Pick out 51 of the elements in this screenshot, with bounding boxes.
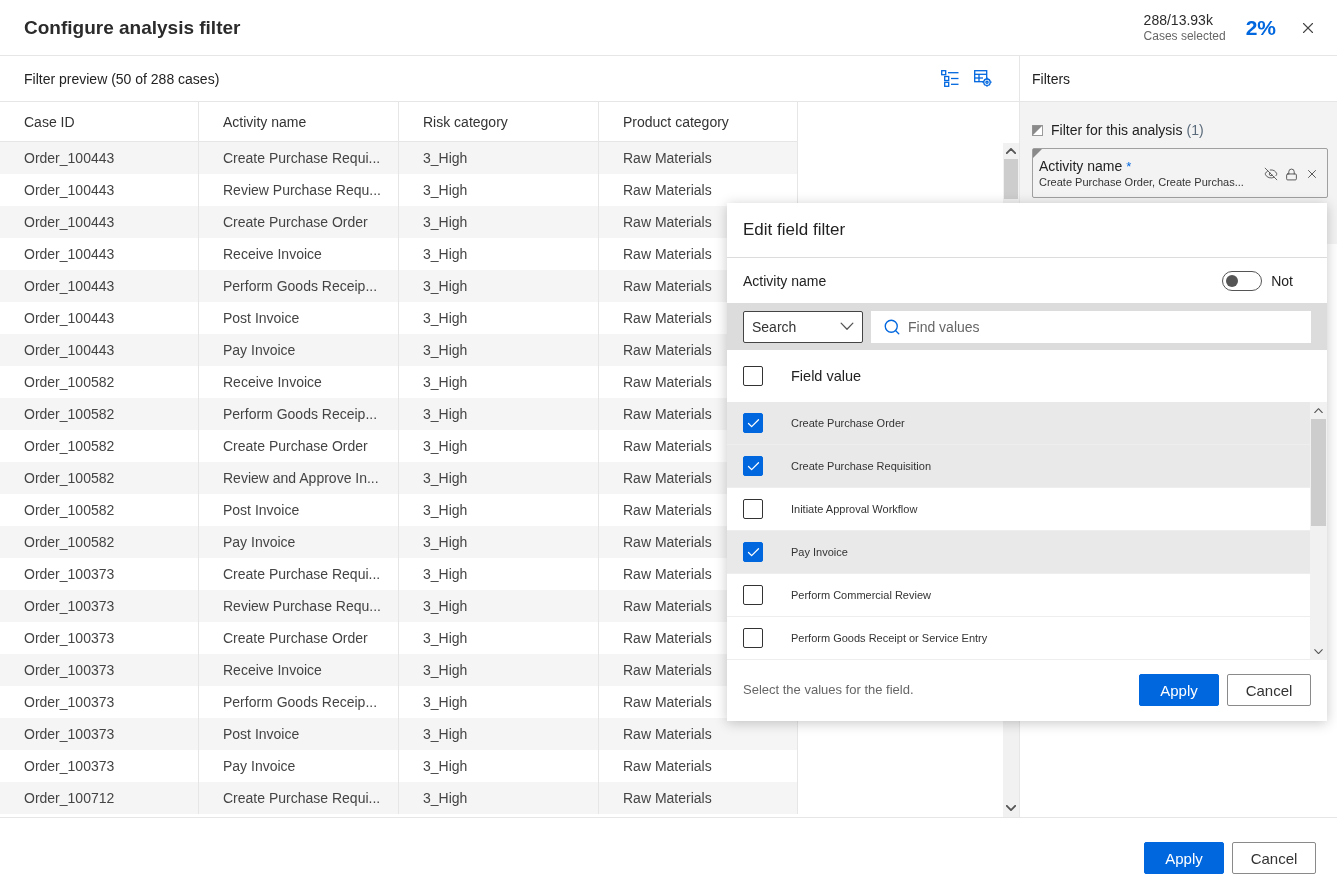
filter-field-name: Activity name bbox=[1039, 158, 1123, 174]
apply-button[interactable]: Apply bbox=[1144, 842, 1224, 874]
cancel-button[interactable]: Cancel bbox=[1227, 674, 1311, 706]
toggle-label: Not bbox=[1271, 272, 1293, 289]
table-cell: Create Purchase Requi... bbox=[199, 782, 399, 814]
not-toggle[interactable] bbox=[1222, 270, 1263, 291]
checkbox[interactable] bbox=[743, 456, 763, 476]
filter-card[interactable]: Activity name * Create Purchase Order, Create Purchas... bbox=[1032, 148, 1328, 198]
column-header: Risk category bbox=[399, 102, 599, 141]
lock-icon[interactable] bbox=[1285, 167, 1298, 181]
chevron-up-icon[interactable] bbox=[1314, 407, 1323, 414]
panel-title: Filters bbox=[1032, 70, 1071, 87]
chevron-down-icon[interactable] bbox=[1006, 805, 1016, 811]
cases-label: Cases selected bbox=[1143, 28, 1226, 44]
column-header: Activity name bbox=[199, 102, 399, 141]
column-header: Case ID bbox=[0, 102, 199, 141]
group-count: (1) bbox=[1186, 122, 1204, 138]
group-label: Filter for this analysis bbox=[1051, 122, 1183, 138]
table-cell: 3_High bbox=[399, 782, 599, 814]
chevron-up-icon[interactable] bbox=[1006, 148, 1016, 154]
checkbox[interactable] bbox=[743, 542, 763, 562]
cases-count: 288/13.93k bbox=[1143, 11, 1213, 29]
required-marker: * bbox=[1126, 159, 1132, 174]
preview-title: Filter preview (50 of 288 cases) bbox=[24, 70, 221, 87]
dialog-title: Configure analysis filter bbox=[24, 16, 242, 39]
scrollbar-thumb[interactable] bbox=[1004, 159, 1018, 199]
search-mode-select[interactable]: Search bbox=[743, 310, 863, 343]
checkbox[interactable] bbox=[743, 366, 763, 386]
search-icon bbox=[883, 317, 901, 336]
eye-slash-icon[interactable] bbox=[1264, 167, 1278, 181]
checkbox[interactable] bbox=[743, 628, 763, 648]
apply-button[interactable]: Apply bbox=[1139, 674, 1219, 706]
filter-values-summary: Create Purchase Order, Create Purchas... bbox=[1039, 176, 1245, 188]
search-field[interactable]: Find values bbox=[871, 310, 1311, 343]
cancel-button[interactable]: Cancel bbox=[1232, 842, 1316, 874]
table-cell: Order_100712 bbox=[0, 782, 199, 814]
checkbox[interactable] bbox=[743, 585, 763, 605]
half-filled-square-icon bbox=[1032, 124, 1043, 136]
list-tree-icon[interactable] bbox=[941, 70, 959, 87]
table-cell: Raw Materials bbox=[599, 782, 798, 814]
chevron-down-icon bbox=[840, 322, 854, 331]
checkbox[interactable] bbox=[743, 413, 763, 433]
close-icon[interactable] bbox=[1305, 167, 1319, 181]
table-gear-icon[interactable] bbox=[974, 70, 992, 87]
checkbox[interactable] bbox=[743, 499, 763, 519]
corner-triangle-icon bbox=[1033, 149, 1042, 158]
column-header: Product category bbox=[599, 102, 798, 141]
scrollbar[interactable] bbox=[1310, 402, 1327, 660]
chevron-down-icon[interactable] bbox=[1314, 648, 1323, 655]
cases-percent: 2% bbox=[1245, 15, 1276, 40]
scrollbar-thumb[interactable] bbox=[1311, 419, 1326, 526]
